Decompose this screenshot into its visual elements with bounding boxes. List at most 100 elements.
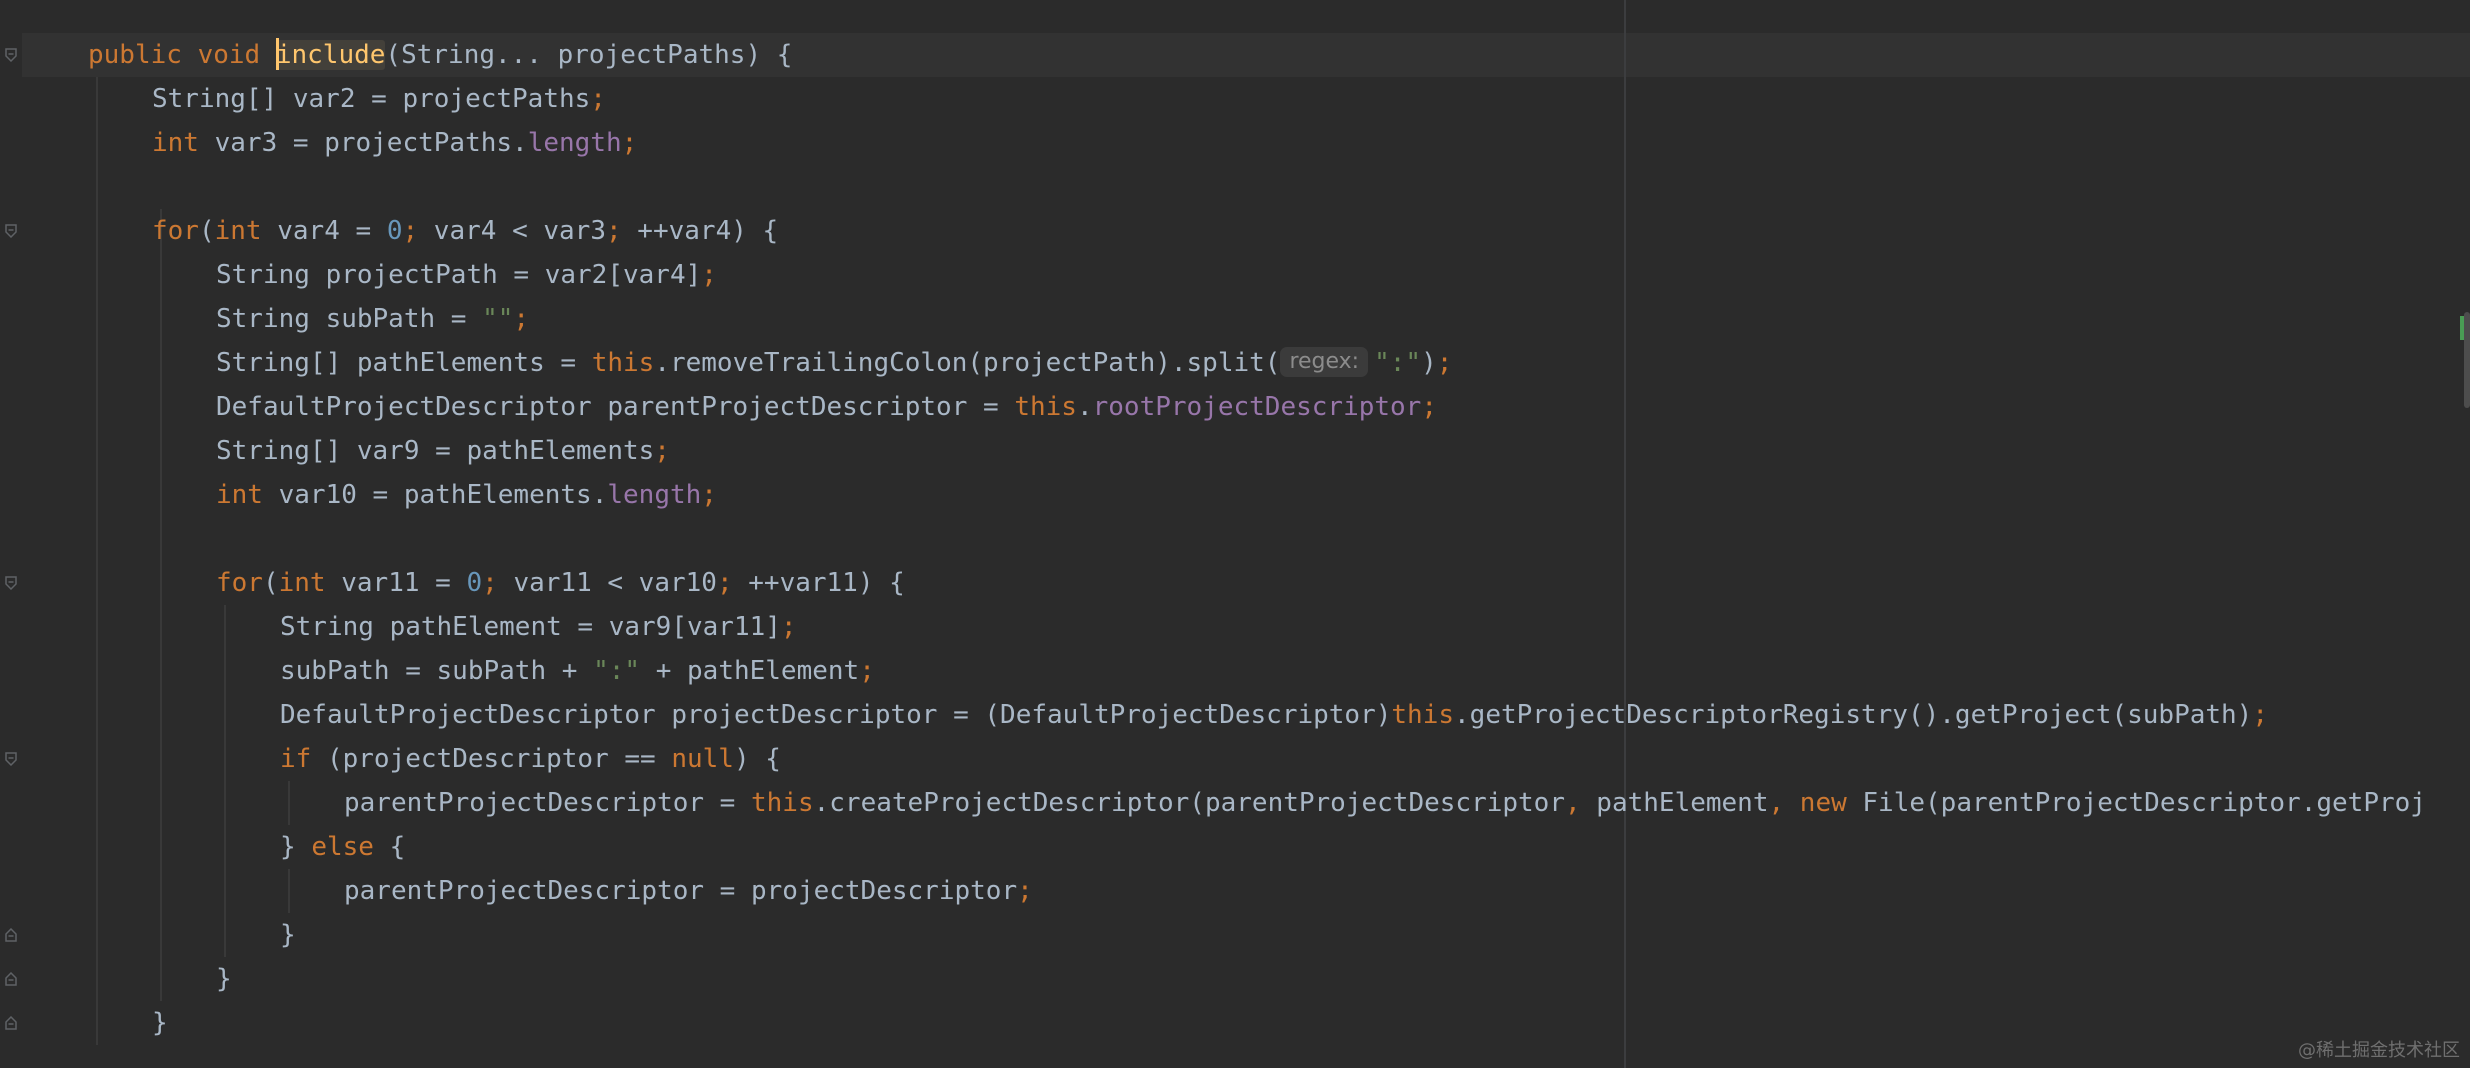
code-token: ; [654,436,670,466]
code-token: ( [198,216,215,246]
code-line[interactable]: DefaultProjectDescriptor parentProjectDe… [216,385,1437,429]
code-token: String[] pathElements = [216,348,592,378]
code-token: , new [1768,788,1863,818]
scrollbar-thumb[interactable] [2464,312,2470,408]
code-token: } [280,832,312,862]
code-line[interactable]: } [152,1001,168,1045]
code-token: String projectPath = var2[var4] [216,260,702,290]
code-line[interactable]: DefaultProjectDescriptor projectDescript… [280,693,2268,737]
code-token: ; [482,568,514,598]
code-token: ; [513,304,530,334]
watermark: @稀土掘金技术社区 [2298,1040,2460,1061]
indent-guide-line [288,781,290,825]
code-token: ; [2252,700,2268,730]
code-token: this [1391,700,1455,730]
code-token: ; [1436,348,1453,378]
code-token: .createProjectDescriptor(parentProjectDe… [813,788,1565,818]
code-token: 0 [466,568,483,598]
code-token: } [216,964,232,994]
code-token: (projectDescriptor == [326,744,672,774]
code-token: "" [482,304,514,334]
fold-start-icon[interactable] [4,224,18,238]
text-caret [275,37,279,70]
code-line[interactable]: String[] var9 = pathElements; [216,429,670,473]
code-line[interactable]: String[] pathElements = this.removeTrail… [216,341,1452,385]
code-line[interactable]: String pathElement = var9[var11]; [280,605,797,649]
code-line[interactable]: parentProjectDescriptor = this.createPro… [344,781,2426,825]
code-token: rootProjectDescriptor [1092,392,1422,422]
code-line[interactable]: } [216,957,232,1001]
code-line[interactable]: String subPath = ""; [216,297,529,341]
code-token: var4 < var3 [433,216,606,246]
code-line[interactable]: public void include(String... projectPat… [88,33,792,77]
code-token: int [278,568,342,598]
code-token: var3 = projectPaths. [214,128,528,158]
code-line[interactable]: if (projectDescriptor == null) { [280,737,781,781]
indent-guide-line [160,209,162,1001]
code-token: String[] var2 = projectPaths [152,84,591,114]
code-token: parentProjectDescriptor = [344,788,751,818]
code-token: ++var11) { [748,568,905,598]
code-token: include [275,40,386,70]
code-line[interactable]: int var3 = projectPaths.length; [152,121,637,165]
code-token: ":" [1374,348,1422,378]
code-token: ; [605,216,638,246]
code-token: ; [701,480,717,510]
code-token: for [152,216,199,246]
fold-start-icon[interactable] [4,576,18,590]
code-token: var11 = [341,568,467,598]
code-line[interactable]: int var10 = pathElements.length; [216,473,717,517]
code-token: this [751,788,814,818]
code-token: .removeTrailingColon(projectPath).split( [654,348,1281,378]
code-token: .getProjectDescriptorRegistry().getProje… [1454,700,2253,730]
code-line[interactable]: } [280,913,296,957]
right-margin-guide [1624,0,1626,1068]
fold-end-icon[interactable] [4,972,18,986]
indent-guide-line [224,605,226,957]
code-token: parentProjectDescriptor = projectDescrip… [344,876,1018,906]
code-token: String subPath = [216,304,483,334]
code-token: public void [88,40,276,70]
code-token: int [216,480,279,510]
code-token: } [152,1008,168,1038]
code-token: 0 [386,216,403,246]
code-token: length [607,480,702,510]
code-token: ; [621,128,638,158]
code-token: ; [716,568,749,598]
code-line[interactable]: String[] var2 = projectPaths; [152,77,606,121]
code-line[interactable]: subPath = subPath + ":" + pathElement; [280,649,875,693]
code-line[interactable]: } else { [280,825,405,869]
code-token: DefaultProjectDescriptor projectDescript… [280,700,1392,730]
code-token: ) { [733,744,781,774]
editor-gutter [0,0,22,1068]
fold-end-icon[interactable] [4,928,18,942]
code-token: File(parentProjectDescriptor.getProj [1862,788,2426,818]
code-token: length [527,128,622,158]
code-token: . [1076,392,1093,422]
vertical-scrollbar[interactable] [2460,0,2470,1068]
fold-end-icon[interactable] [4,1016,18,1030]
code-token: if [280,744,327,774]
code-token: ; [590,84,606,114]
code-token: ; [1421,392,1437,422]
code-token: DefaultProjectDescriptor parentProjectDe… [216,392,1015,422]
indent-guide-line [288,869,290,913]
code-token: ":" [593,656,641,686]
code-token: ) [1421,348,1437,378]
code-token: ( [262,568,279,598]
code-token: String[] var9 = pathElements [216,436,655,466]
code-token: , [1564,788,1597,818]
code-token: ; [859,656,875,686]
code-token: for [216,568,263,598]
code-token: ; [701,260,717,290]
code-line[interactable]: for(int var11 = 0; var11 < var10; ++var1… [216,561,905,605]
fold-start-icon[interactable] [4,752,18,766]
code-editor[interactable]: public void include(String... projectPat… [0,0,2470,1068]
code-line[interactable]: String projectPath = var2[var4]; [216,253,717,297]
code-token: this [1014,392,1077,422]
code-line[interactable]: parentProjectDescriptor = projectDescrip… [344,869,1033,913]
code-line[interactable]: for(int var4 = 0; var4 < var3; ++var4) { [152,209,778,253]
code-token: null [671,744,734,774]
code-token: int [214,216,278,246]
fold-start-icon[interactable] [4,48,18,62]
